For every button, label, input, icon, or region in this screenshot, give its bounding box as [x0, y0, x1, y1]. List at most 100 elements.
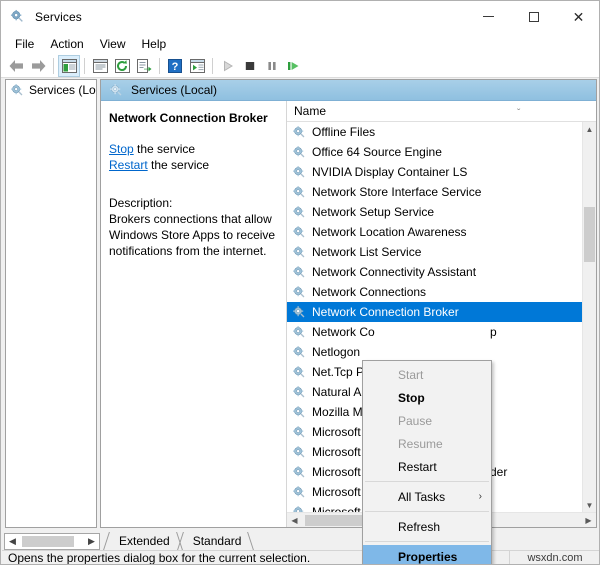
services-gear-icon	[292, 425, 306, 439]
vertical-scroll-thumb[interactable]	[584, 207, 595, 262]
table-row[interactable]: Network Cop	[287, 322, 582, 342]
menu-view[interactable]: View	[92, 35, 134, 53]
properties-button[interactable]	[89, 55, 111, 77]
services-gear-icon	[292, 365, 306, 379]
show-action-pane-button[interactable]	[186, 55, 208, 77]
description-label: Description:	[109, 196, 276, 212]
window-title: Services	[35, 10, 82, 24]
tab-extended[interactable]: Extended	[106, 532, 180, 550]
scroll-up-button[interactable]: ▲	[583, 122, 596, 136]
service-name-cell: NVIDIA Display Container LS	[312, 165, 467, 179]
scroll-left-button[interactable]: ◀	[287, 513, 302, 527]
pause-service-button[interactable]	[261, 55, 283, 77]
tree-scroll-right-button[interactable]: ▶	[84, 536, 99, 547]
start-service-button[interactable]	[217, 55, 239, 77]
menu-separator	[365, 511, 489, 512]
scroll-down-button[interactable]: ▼	[583, 498, 596, 512]
stop-service-button[interactable]	[239, 55, 261, 77]
tab-edge-left	[177, 532, 193, 550]
table-row[interactable]: NVIDIA Display Container LS	[287, 162, 582, 182]
export-list-icon	[137, 59, 152, 73]
table-row[interactable]: Network Connectivity Assistant	[287, 262, 582, 282]
context-menu-item-resume: Resume	[363, 432, 491, 455]
tree-scroll-track[interactable]	[20, 535, 84, 548]
play-icon	[222, 60, 234, 72]
close-button[interactable]: ✕	[556, 1, 600, 32]
maximize-icon	[529, 12, 539, 22]
services-gear-icon	[292, 285, 306, 299]
minimize-button[interactable]	[466, 1, 511, 32]
list-vertical-scrollbar[interactable]: ▲ ▼	[582, 122, 596, 512]
context-menu-item-label: Pause	[398, 414, 432, 428]
tab-extended-label: Extended	[119, 534, 170, 548]
menu-bar: File Action View Help	[1, 33, 600, 54]
service-details-panel: Network Connection Broker Stop the servi…	[101, 101, 287, 527]
menu-separator	[365, 541, 489, 542]
context-menu-item-properties[interactable]: Properties	[363, 545, 491, 565]
table-row[interactable]: Network List Service	[287, 242, 582, 262]
console-tree-pane: Services (Local)	[5, 79, 97, 528]
chevron-down-icon: ˇ	[517, 108, 520, 119]
tree-item-services-local[interactable]: Services (Local)	[6, 80, 96, 100]
watermark-label: wsxdn.com	[509, 551, 600, 565]
table-row[interactable]: Network Store Interface Service	[287, 182, 582, 202]
table-row[interactable]: Network Location Awareness	[287, 222, 582, 242]
context-menu-item-label: Refresh	[398, 520, 440, 534]
service-name-cell: Network Connection Broker	[312, 305, 459, 319]
tab-standard-label: Standard	[193, 534, 242, 548]
forward-button[interactable]	[27, 55, 49, 77]
tree-item-label: Services (Local)	[29, 83, 97, 97]
menu-help[interactable]: Help	[134, 35, 175, 53]
stop-service-action: Stop the service	[109, 142, 276, 156]
context-menu-item-refresh[interactable]: Refresh	[363, 515, 491, 538]
services-gear-icon	[292, 265, 306, 279]
table-row[interactable]: Network Connections	[287, 282, 582, 302]
menu-file[interactable]: File	[7, 35, 42, 53]
restart-service-link[interactable]: Restart	[109, 158, 148, 172]
pane-body: Network Connection Broker Stop the servi…	[101, 101, 596, 527]
stop-service-link[interactable]: Stop	[109, 142, 134, 156]
table-row[interactable]: Network Setup Service	[287, 202, 582, 222]
table-row[interactable]: Office 64 Source Engine	[287, 142, 582, 162]
table-row[interactable]: Offline Files	[287, 122, 582, 142]
scroll-right-button[interactable]: ▶	[581, 513, 596, 527]
refresh-button[interactable]	[111, 55, 133, 77]
table-row[interactable]: Network Connection Broker	[287, 302, 582, 322]
column-header-name[interactable]: Name ˇ	[287, 104, 596, 118]
tree-horizontal-scrollbar[interactable]: ◀ ▶	[4, 533, 100, 550]
service-name-cell: Network Co	[312, 325, 375, 339]
services-gear-icon	[10, 9, 27, 26]
help-button[interactable]: ?	[164, 55, 186, 77]
close-icon: ✕	[573, 10, 585, 24]
restart-service-button[interactable]	[283, 55, 305, 77]
maximize-button[interactable]	[511, 1, 556, 32]
tree-scroll-thumb[interactable]	[22, 536, 74, 547]
context-menu-item-restart[interactable]: Restart	[363, 455, 491, 478]
pause-icon	[266, 60, 278, 72]
context-menu-item-all-tasks[interactable]: All Tasks›	[363, 485, 491, 508]
services-gear-icon	[292, 245, 306, 259]
services-gear-icon	[292, 345, 306, 359]
toolbar-separator	[212, 58, 213, 74]
tab-standard[interactable]: Standard	[180, 532, 252, 550]
services-gear-icon	[292, 465, 306, 479]
clipped-service-text: der	[490, 465, 507, 479]
toolbar-separator	[84, 58, 85, 74]
tree-scroll-left-button[interactable]: ◀	[5, 536, 20, 547]
table-row[interactable]: Netlogon	[287, 342, 582, 362]
view-tab-strip: ◀ ▶ Extended Standard	[2, 530, 600, 550]
back-button[interactable]	[5, 55, 27, 77]
export-list-button[interactable]	[133, 55, 155, 77]
toolbar-separator	[159, 58, 160, 74]
menu-action[interactable]: Action	[42, 35, 91, 53]
list-column-header: Name ˇ	[287, 101, 596, 122]
pane-header: Services (Local)	[101, 80, 596, 101]
services-window: Services ✕ File Action View Help	[0, 0, 600, 565]
description-text: Brokers connections that allow Windows S…	[109, 212, 276, 260]
services-gear-icon	[292, 165, 306, 179]
service-context-menu[interactable]: StartStopPauseResumeRestartAll Tasks›Ref…	[362, 360, 492, 565]
submenu-arrow-icon: ›	[479, 491, 482, 502]
context-menu-item-stop[interactable]: Stop	[363, 386, 491, 409]
restart-icon	[287, 60, 301, 72]
show-hide-console-tree-button[interactable]	[58, 55, 80, 77]
